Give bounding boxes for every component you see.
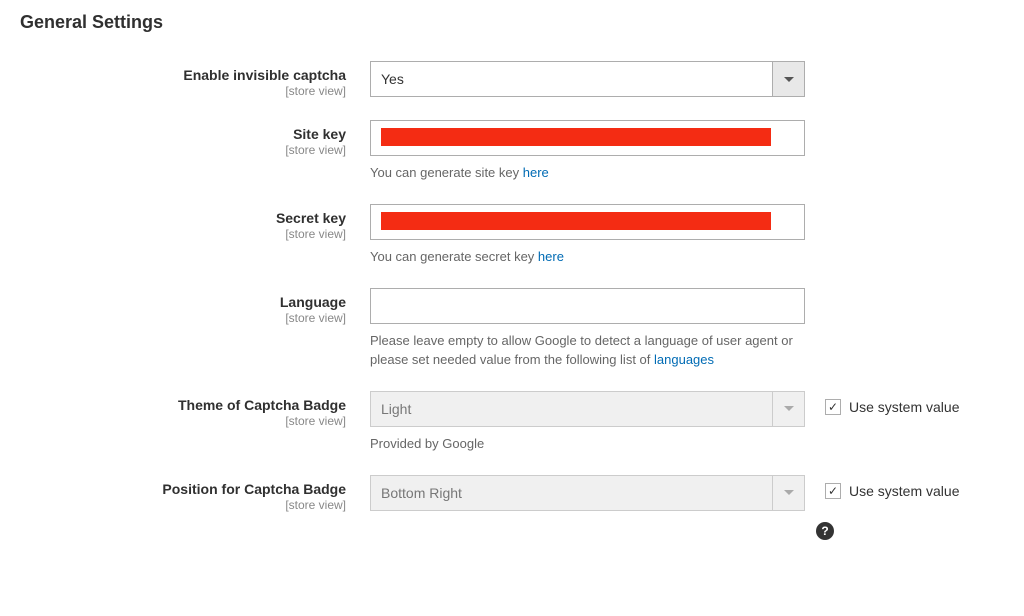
- input-secret-key[interactable]: [370, 204, 805, 240]
- scope-label: [store view]: [20, 311, 346, 325]
- checkbox-icon: ✓: [825, 483, 841, 499]
- row-secret-key: Secret key [store view] You can generate…: [20, 204, 1004, 266]
- label-position: Position for Captcha Badge: [162, 481, 346, 497]
- helper-language: Please leave empty to allow Google to de…: [370, 332, 805, 368]
- checkbox-use-system-position[interactable]: ✓ Use system value: [825, 483, 959, 499]
- row-site-key: Site key [store view] You can generate s…: [20, 120, 1004, 182]
- checkbox-label: Use system value: [849, 399, 959, 415]
- scope-label: [store view]: [20, 84, 346, 98]
- scope-label: [store view]: [20, 414, 346, 428]
- checkbox-label: Use system value: [849, 483, 959, 499]
- redacted-value: [381, 128, 771, 146]
- label-theme: Theme of Captcha Badge: [178, 397, 346, 413]
- select-arrow-button: [773, 475, 805, 511]
- select-value: Yes: [370, 61, 773, 97]
- select-arrow-button: [773, 391, 805, 427]
- checkbox-icon: ✓: [825, 399, 841, 415]
- scope-label: [store view]: [20, 143, 346, 157]
- helper-site-key: You can generate site key here: [370, 164, 805, 182]
- row-enable-captcha: Enable invisible captcha [store view] Ye…: [20, 61, 1004, 98]
- helper-text-prefix: You can generate site key: [370, 165, 523, 180]
- link-site-key-here[interactable]: here: [523, 165, 549, 180]
- link-languages[interactable]: languages: [654, 352, 714, 367]
- label-site-key: Site key: [293, 126, 346, 142]
- help-icon[interactable]: ?: [816, 522, 834, 540]
- checkmark-icon: ✓: [828, 485, 838, 497]
- select-position: Bottom Right: [370, 475, 805, 511]
- row-position: Position for Captcha Badge [store view] …: [20, 475, 1004, 512]
- chevron-down-icon: [784, 406, 794, 411]
- row-language: Language [store view] Please leave empty…: [20, 288, 1004, 368]
- row-theme: Theme of Captcha Badge [store view] Ligh…: [20, 391, 1004, 453]
- helper-text-prefix: Please leave empty to allow Google to de…: [370, 333, 793, 366]
- link-secret-key-here[interactable]: here: [538, 249, 564, 264]
- input-language[interactable]: [370, 288, 805, 324]
- checkbox-use-system-theme[interactable]: ✓ Use system value: [825, 399, 959, 415]
- select-enable-captcha[interactable]: Yes: [370, 61, 805, 97]
- select-value: Light: [370, 391, 773, 427]
- select-theme: Light: [370, 391, 805, 427]
- label-secret-key: Secret key: [276, 210, 346, 226]
- helper-text-prefix: You can generate secret key: [370, 249, 538, 264]
- checkmark-icon: ✓: [828, 401, 838, 413]
- select-value: Bottom Right: [370, 475, 773, 511]
- label-enable-captcha: Enable invisible captcha: [183, 67, 346, 83]
- label-language: Language: [280, 294, 346, 310]
- chevron-down-icon: [784, 490, 794, 495]
- section-title: General Settings: [20, 12, 1004, 33]
- input-site-key[interactable]: [370, 120, 805, 156]
- scope-label: [store view]: [20, 227, 346, 241]
- scope-label: [store view]: [20, 498, 346, 512]
- redacted-value: [381, 212, 771, 230]
- select-arrow-button[interactable]: [773, 61, 805, 97]
- chevron-down-icon: [784, 77, 794, 82]
- helper-theme: Provided by Google: [370, 435, 805, 453]
- helper-secret-key: You can generate secret key here: [370, 248, 805, 266]
